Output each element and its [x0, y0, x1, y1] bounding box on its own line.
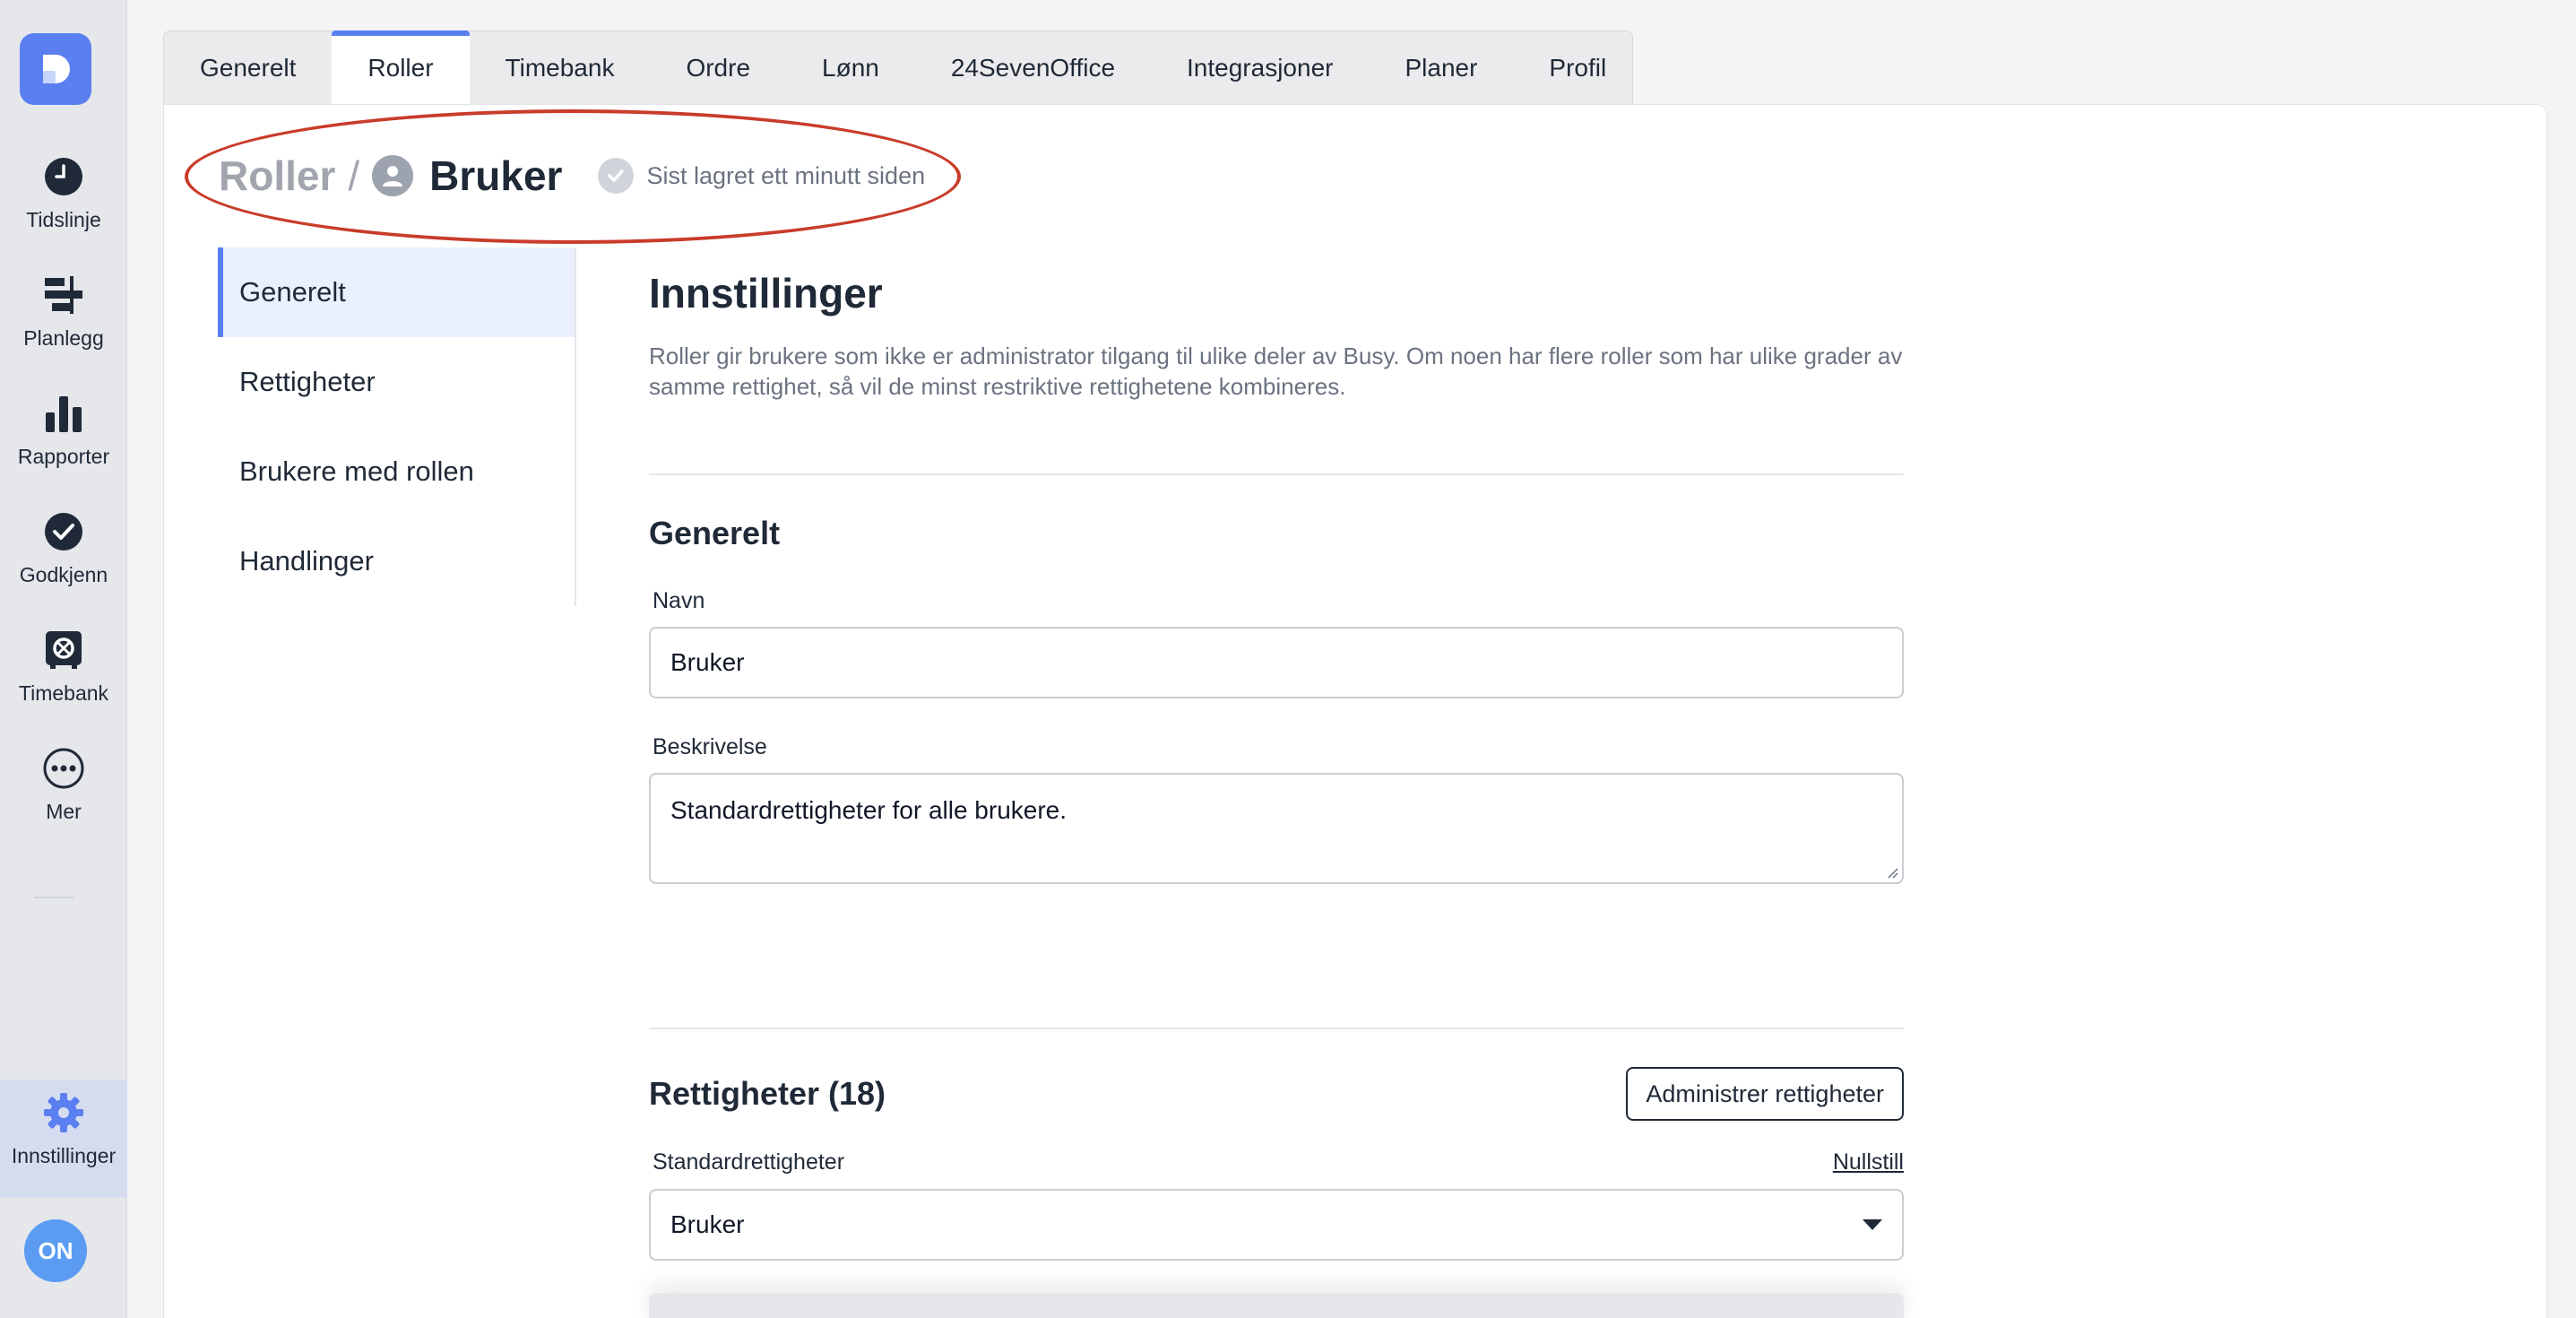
safe-icon: [46, 631, 82, 669]
default-permissions-label: Standardrettigheter: [653, 1149, 845, 1175]
nav-item-godkjenn[interactable]: Godkjenn: [0, 499, 127, 606]
nav-item-timebank[interactable]: Timebank: [0, 617, 127, 724]
nav-item-label: Mer: [46, 800, 82, 823]
planning-icon: [45, 276, 82, 314]
tab-ordre[interactable]: Ordre: [650, 31, 786, 105]
subnav-item-generelt[interactable]: Generelt: [218, 247, 575, 337]
reset-link[interactable]: Nullstill: [1833, 1149, 1904, 1175]
tab-generelt[interactable]: Generelt: [164, 31, 332, 105]
saved-status-text: Sist lagret ett minutt siden: [646, 161, 926, 189]
nav-item-planlegg[interactable]: Planlegg: [0, 262, 127, 369]
nav-item-label: Godkjenn: [19, 563, 108, 586]
tab-profil[interactable]: Profil: [1513, 31, 1642, 105]
role-subnav: Generelt Rettigheter Brukere med rollen …: [218, 247, 576, 606]
nav-item-label: Innstillinger: [11, 1144, 117, 1167]
user-avatar[interactable]: ON: [24, 1219, 87, 1282]
tab-timebank[interactable]: Timebank: [470, 31, 651, 105]
breadcrumb-separator: /: [348, 152, 360, 199]
subnav-item-handlinger[interactable]: Handlinger: [218, 516, 575, 606]
tab-integrasjoner[interactable]: Integrasjoner: [1151, 31, 1369, 105]
settings-content: Innstillinger Roller gir brukere som ikk…: [649, 251, 1904, 1261]
description-textarea[interactable]: Standardrettigheter for alle brukere.: [649, 773, 1904, 884]
saved-check-icon: [598, 158, 635, 194]
resize-handle-icon[interactable]: [1884, 864, 1898, 879]
nav-item-innstillinger[interactable]: Innstillinger: [0, 1080, 127, 1198]
default-permissions-value: Bruker: [670, 1210, 745, 1238]
check-circle-icon: [45, 513, 82, 551]
default-permissions-row: Standardrettigheter Nullstill: [649, 1149, 1904, 1176]
settings-description: Roller gir brukere som ikke er administr…: [649, 343, 1903, 400]
clock-icon: [45, 158, 82, 195]
tab-roller[interactable]: Roller: [332, 30, 470, 105]
name-label: Navn: [653, 588, 705, 613]
subnav-item-rettigheter[interactable]: Rettigheter: [218, 337, 575, 427]
nav-item-tidslinje[interactable]: Tidslinje: [0, 143, 127, 251]
default-permissions-select[interactable]: Bruker: [649, 1189, 1904, 1261]
section-divider: [649, 473, 1904, 475]
app-logo[interactable]: [20, 33, 91, 105]
settings-title: Innstillinger: [649, 270, 883, 316]
nav-item-label: Timebank: [18, 681, 109, 705]
save-status: Sist lagret ett minutt siden: [598, 158, 925, 194]
tab-planer[interactable]: Planer: [1369, 31, 1513, 105]
breadcrumb-roller-link[interactable]: Roller: [219, 152, 335, 200]
breadcrumb: Roller / Bruker Sist lagret ett minutt s…: [219, 149, 925, 203]
role-person-icon: [372, 155, 414, 196]
general-section-title: Generelt: [649, 515, 781, 551]
tab-lonn[interactable]: Lønn: [786, 31, 915, 105]
more-icon: [43, 748, 84, 789]
subnav-item-brukere-med-rollen[interactable]: Brukere med rollen: [218, 427, 575, 516]
permissions-header: Rettigheter (18) Administrer rettigheter: [649, 1067, 1904, 1121]
chevron-down-icon: [1863, 1219, 1882, 1230]
name-input[interactable]: Bruker: [649, 627, 1904, 698]
gear-icon: [44, 1093, 83, 1132]
section-divider: [649, 1028, 1904, 1029]
nav-item-label: Rapporter: [17, 445, 110, 468]
nav-item-label: Tidslinje: [26, 208, 101, 231]
description-text: Standardrettigheter for alle brukere.: [670, 796, 1068, 824]
nav-item-rapporter[interactable]: Rapporter: [0, 380, 127, 488]
description-label: Beskrivelse: [653, 734, 767, 759]
nav-item-label: Planlegg: [23, 326, 104, 350]
nav-divider: [34, 897, 73, 898]
settings-tabs: Generelt Roller Timebank Ordre Lønn 24Se…: [163, 30, 1633, 105]
side-navigation: Tidslinje Planlegg Rapporter Godkjenn Ti…: [0, 0, 127, 1318]
manage-permissions-button[interactable]: Administrer rettigheter: [1626, 1067, 1904, 1121]
page-title: Bruker: [429, 152, 563, 199]
bar-chart-icon: [46, 396, 82, 432]
tab-24sevenoffice[interactable]: 24SevenOffice: [915, 31, 1151, 105]
nav-item-mer[interactable]: Mer: [0, 735, 127, 843]
permissions-list-panel: [649, 1293, 1904, 1318]
busy-logo-icon: [43, 55, 70, 83]
